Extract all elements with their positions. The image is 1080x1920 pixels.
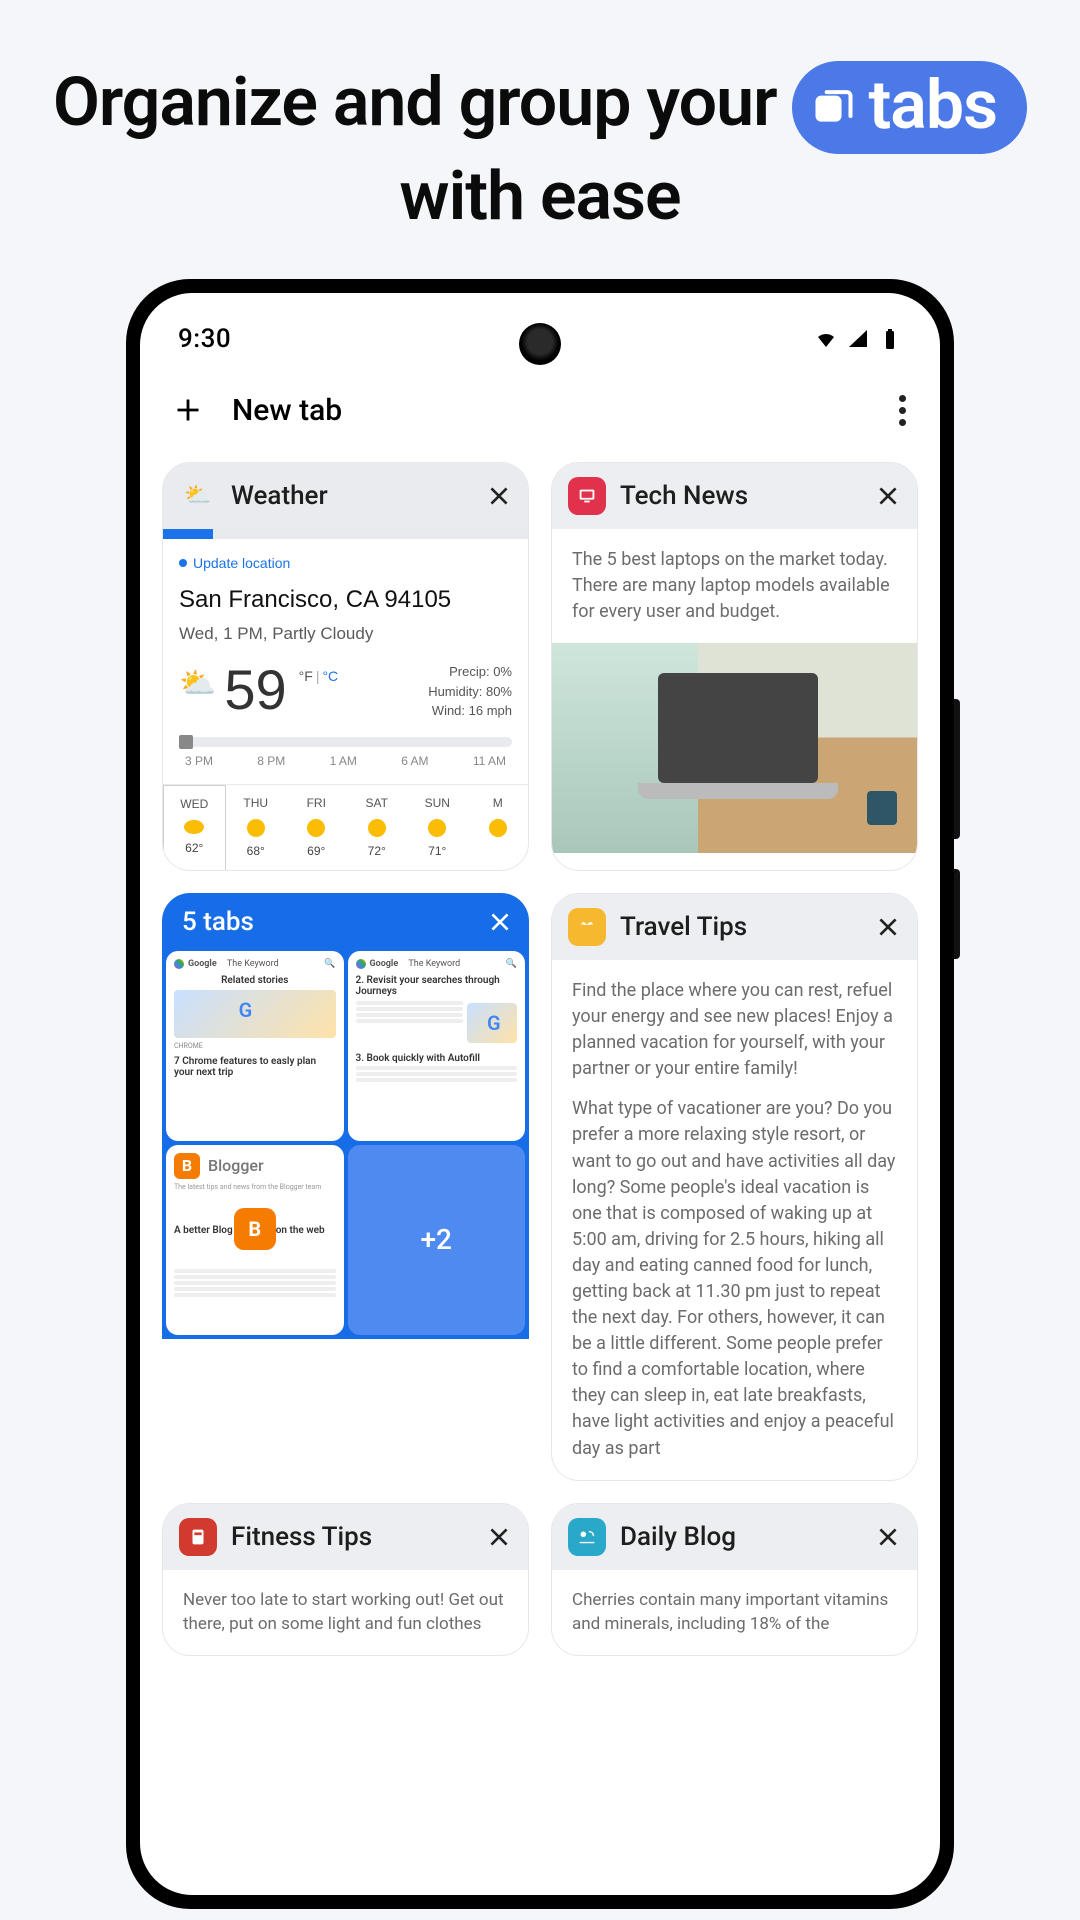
weather-location: San Francisco, CA 94105	[179, 583, 512, 618]
weather-forecast-row: WED62°THU68°FRI69°SAT72°SUN71°M	[163, 784, 528, 870]
weather-units[interactable]: °F|°C	[299, 666, 339, 686]
travel-p2: What type of vacationer are you? Do you …	[572, 1096, 897, 1461]
weather-time-slider[interactable]	[179, 737, 512, 747]
close-icon[interactable]	[875, 914, 901, 940]
beach-icon	[568, 1518, 606, 1556]
fitness-icon	[179, 1518, 217, 1556]
phone-frame: 9:30 New tab ⛅ Weather	[126, 279, 954, 1909]
tab-tech-news[interactable]: Tech News The 5 best laptops on the mark…	[551, 462, 918, 871]
palm-tree-icon	[568, 908, 606, 946]
grouped-tab-thumbnail[interactable]: BBlogger The latest tips and news from t…	[166, 1145, 344, 1335]
close-icon[interactable]	[486, 1524, 512, 1550]
forecast-day[interactable]: FRI69°	[286, 785, 347, 870]
tab-switcher-header: New tab	[140, 367, 940, 440]
close-icon[interactable]	[875, 483, 901, 509]
weather-temp: 59	[224, 662, 286, 718]
close-icon[interactable]	[875, 1524, 901, 1550]
forecast-day[interactable]: THU68°	[226, 785, 287, 870]
new-tab-label: New tab	[232, 393, 342, 428]
weather-when: Wed, 1 PM, Partly Cloudy	[179, 622, 512, 647]
battery-icon	[878, 327, 902, 351]
forecast-day[interactable]: SAT72°	[347, 785, 408, 870]
close-icon[interactable]	[486, 483, 512, 509]
cell-signal-icon	[846, 327, 870, 351]
forecast-day[interactable]: SUN71°	[407, 785, 468, 870]
new-tab-button[interactable]: New tab	[174, 393, 342, 428]
update-location-link[interactable]: Update location	[179, 553, 512, 573]
tab-grid: ⛅ Weather Update location San Francisco,…	[140, 440, 940, 1656]
grouped-tab-more[interactable]: +2	[348, 1145, 526, 1335]
weather-stats: Precip: 0% Humidity: 80% Wind: 16 mph	[428, 662, 512, 721]
marketing-headline: Organize and group your tabs with ease	[0, 0, 1080, 239]
grouped-tab-thumbnail[interactable]: Google The Keyword🔍 Related stories CHRO…	[166, 951, 344, 1141]
tech-thumbnail	[552, 643, 917, 853]
blog-blurb: Cherries contain many important vitamins…	[552, 1570, 917, 1655]
grouped-tab-thumbnail[interactable]: Google The Keyword🔍 2. Revisit your sear…	[348, 951, 526, 1141]
tab-weather[interactable]: ⛅ Weather Update location San Francisco,…	[162, 462, 529, 871]
weather-icon: ⛅	[179, 477, 217, 515]
tab-group-5-tabs[interactable]: 5 tabs Google The Keyword🔍 Related stori…	[162, 893, 529, 1481]
forecast-day[interactable]: WED62°	[163, 785, 226, 870]
fitness-blurb: Never too late to start working out! Get…	[163, 1570, 528, 1655]
monitor-icon	[568, 477, 606, 515]
partly-cloudy-icon: ⛅	[179, 662, 216, 706]
close-icon[interactable]	[487, 909, 513, 935]
tabs-pill: tabs	[792, 61, 1027, 154]
plus-icon	[174, 396, 202, 424]
status-time: 9:30	[178, 324, 231, 354]
tech-blurb: The 5 best laptops on the market today. …	[572, 547, 897, 625]
camera-hole	[519, 323, 561, 365]
weather-hours: 3 PM 8 PM 1 AM 6 AM 11 AM	[179, 753, 512, 784]
tab-daily-blog[interactable]: Daily Blog Cherries contain many importa…	[551, 1503, 918, 1656]
forecast-day[interactable]: M	[468, 785, 529, 870]
wifi-icon	[814, 327, 838, 351]
tabs-icon	[812, 83, 856, 127]
travel-p1: Find the place where you can rest, refue…	[572, 978, 897, 1082]
tab-fitness-tips[interactable]: Fitness Tips Never too late to start wor…	[162, 1503, 529, 1656]
more-menu-button[interactable]	[899, 395, 906, 426]
tab-travel-tips[interactable]: Travel Tips Find the place where you can…	[551, 893, 918, 1481]
